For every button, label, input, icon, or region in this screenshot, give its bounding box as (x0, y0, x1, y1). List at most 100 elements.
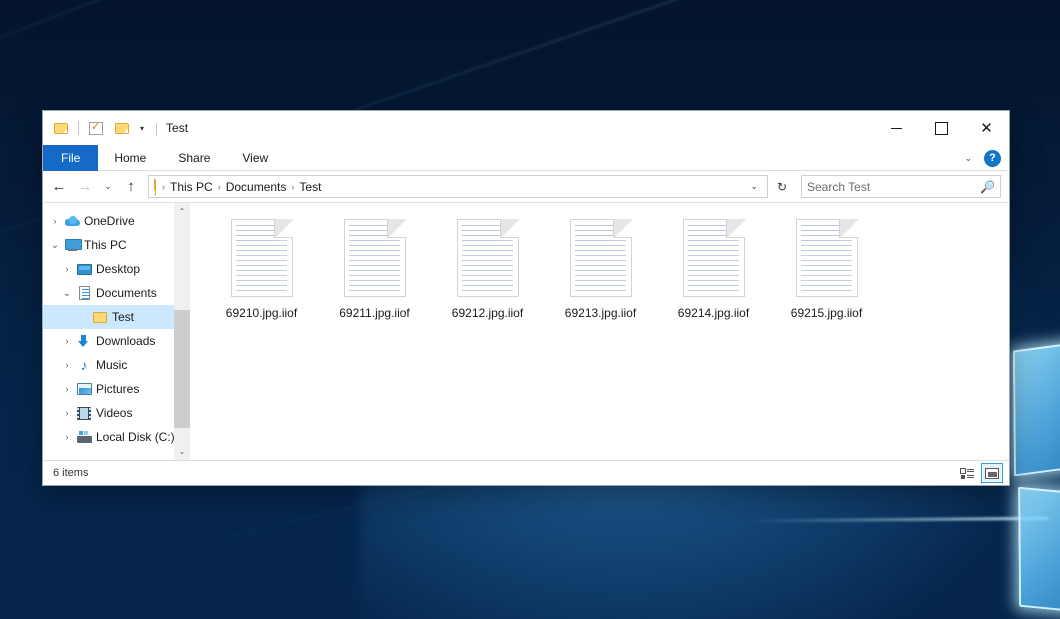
status-bar: 6 items (43, 460, 1009, 485)
chevron-right-icon[interactable]: › (47, 216, 63, 226)
sidebar-item-music[interactable]: › ♪ Music (43, 353, 190, 377)
chevron-right-icon[interactable]: › (59, 384, 75, 394)
sidebar-item-test[interactable]: Test (43, 305, 190, 329)
cloud-icon (63, 216, 81, 226)
tab-view[interactable]: View (226, 145, 284, 171)
maximize-button[interactable] (919, 111, 964, 145)
file-name-label: 69215.jpg.iiof (791, 306, 862, 320)
sidebar-item-label: Local Disk (C:) (96, 430, 175, 444)
sidebar-item-label: Desktop (96, 262, 140, 276)
file-list-view[interactable]: 69210.jpg.iiof 69211.jpg.iiof 69212.jpg.… (191, 203, 1009, 460)
help-icon[interactable]: ? (984, 150, 1001, 167)
sidebar-item-this-pc[interactable]: ⌄ This PC (43, 233, 190, 257)
folder-icon (154, 180, 156, 194)
file-item[interactable]: 69212.jpg.iiof (431, 215, 544, 335)
music-icon: ♪ (75, 359, 93, 372)
file-item[interactable]: 69213.jpg.iiof (544, 215, 657, 335)
folder-icon[interactable] (51, 118, 71, 138)
desktop-icon (75, 264, 93, 275)
pictures-icon (75, 383, 93, 395)
quick-access-toolbar: ▾ (51, 118, 146, 138)
ribbon-tab-bar: File Home Share View ⌄ ? (43, 145, 1009, 171)
file-explorer-window: ▾ Test ✕ File Home Share View ⌄ ? ← → ⌄ (42, 110, 1010, 486)
file-item[interactable]: 69215.jpg.iiof (770, 215, 883, 335)
desktop-background: ▾ Test ✕ File Home Share View ⌄ ? ← → ⌄ (0, 0, 1060, 619)
file-item[interactable]: 69211.jpg.iiof (318, 215, 431, 335)
address-bar-row: ← → ⌄ ↑ › This PC › Documents › Test ⌄ ↻… (43, 171, 1009, 202)
close-button[interactable]: ✕ (964, 111, 1009, 145)
chevron-down-icon[interactable]: ⌄ (743, 181, 765, 192)
back-button[interactable]: ← (47, 175, 71, 199)
window-title: Test (156, 121, 188, 135)
breadcrumb-test[interactable]: Test (296, 180, 324, 194)
search-input[interactable]: Search Test (807, 180, 980, 194)
logo-pane (1013, 339, 1060, 477)
breadcrumb-this-pc[interactable]: This PC (167, 180, 216, 194)
refresh-icon[interactable]: ↻ (771, 175, 793, 198)
breadcrumb-separator: › (289, 182, 296, 192)
sidebar-item-onedrive[interactable]: › OneDrive (43, 209, 190, 233)
new-folder-icon[interactable] (112, 118, 132, 138)
sidebar-item-documents[interactable]: ⌄ Documents (43, 281, 190, 305)
scroll-down-icon[interactable]: ⌄ (174, 443, 190, 460)
videos-icon (75, 407, 93, 420)
sidebar-item-label: Documents (96, 286, 157, 300)
sidebar-item-desktop[interactable]: › Desktop (43, 257, 190, 281)
sidebar-item-label: Pictures (96, 382, 139, 396)
file-name-label: 69212.jpg.iiof (452, 306, 523, 320)
ribbon-right-controls: ⌄ ? (958, 145, 1005, 171)
chevron-down-icon[interactable]: ⌄ (47, 240, 63, 251)
toolbar-separator (78, 121, 79, 135)
logo-pane (1018, 487, 1060, 615)
file-name-label: 69210.jpg.iiof (226, 306, 297, 320)
documents-icon (75, 286, 93, 300)
window-controls: ✕ (874, 111, 1009, 145)
generic-file-icon (796, 219, 858, 297)
sidebar-item-label: This PC (84, 238, 127, 252)
tab-home[interactable]: Home (98, 145, 162, 171)
sidebar-item-videos[interactable]: › Videos (43, 401, 190, 425)
file-name-label: 69213.jpg.iiof (565, 306, 636, 320)
sidebar-item-label: Music (96, 358, 127, 372)
disk-icon (75, 431, 93, 443)
scrollbar-thumb[interactable] (174, 310, 190, 428)
address-bar[interactable]: › This PC › Documents › Test ⌄ (148, 175, 768, 198)
sidebar-item-label: Test (112, 310, 134, 324)
file-item[interactable]: 69214.jpg.iiof (657, 215, 770, 335)
sidebar-item-label: OneDrive (84, 214, 135, 228)
up-button[interactable]: ↑ (119, 175, 143, 199)
computer-icon (63, 239, 81, 251)
details-view-icon[interactable] (956, 463, 978, 483)
navigation-pane: › OneDrive ⌄ This PC › Desktop ⌄ (43, 203, 191, 460)
search-box[interactable]: Search Test 🔍 (801, 175, 1001, 198)
recent-locations-icon[interactable]: ⌄ (99, 175, 117, 199)
scrollbar-track[interactable] (174, 220, 190, 443)
expand-ribbon-icon[interactable]: ⌄ (958, 153, 978, 164)
chevron-down-icon[interactable]: ▾ (138, 124, 146, 133)
chevron-right-icon[interactable]: › (59, 408, 75, 418)
sidebar-item-pictures[interactable]: › Pictures (43, 377, 190, 401)
breadcrumb-separator: › (160, 182, 167, 192)
search-icon[interactable]: 🔍 (980, 180, 995, 194)
chevron-down-icon[interactable]: ⌄ (59, 288, 75, 299)
sidebar-scrollbar[interactable]: ⌃ ⌄ (174, 203, 190, 460)
forward-button[interactable]: → (73, 175, 97, 199)
tab-share[interactable]: Share (162, 145, 226, 171)
generic-file-icon (457, 219, 519, 297)
chevron-right-icon[interactable]: › (59, 432, 75, 442)
chevron-right-icon[interactable]: › (59, 264, 75, 274)
properties-checkbox-icon[interactable] (86, 118, 106, 138)
chevron-right-icon[interactable]: › (59, 360, 75, 370)
scroll-up-icon[interactable]: ⌃ (174, 203, 190, 220)
sidebar-item-local-disk[interactable]: › Local Disk (C:) (43, 425, 190, 449)
tab-file[interactable]: File (43, 145, 98, 171)
sidebar-item-downloads[interactable]: › Downloads (43, 329, 190, 353)
breadcrumb-documents[interactable]: Documents (223, 180, 290, 194)
file-item[interactable]: 69210.jpg.iiof (205, 215, 318, 335)
large-icons-view-icon[interactable] (981, 463, 1003, 483)
chevron-right-icon[interactable]: › (59, 336, 75, 346)
sidebar-item-label: Videos (96, 406, 132, 420)
title-bar: ▾ Test ✕ (43, 111, 1009, 145)
minimize-button[interactable] (874, 111, 919, 145)
windows-logo-watermark (1007, 329, 1060, 619)
